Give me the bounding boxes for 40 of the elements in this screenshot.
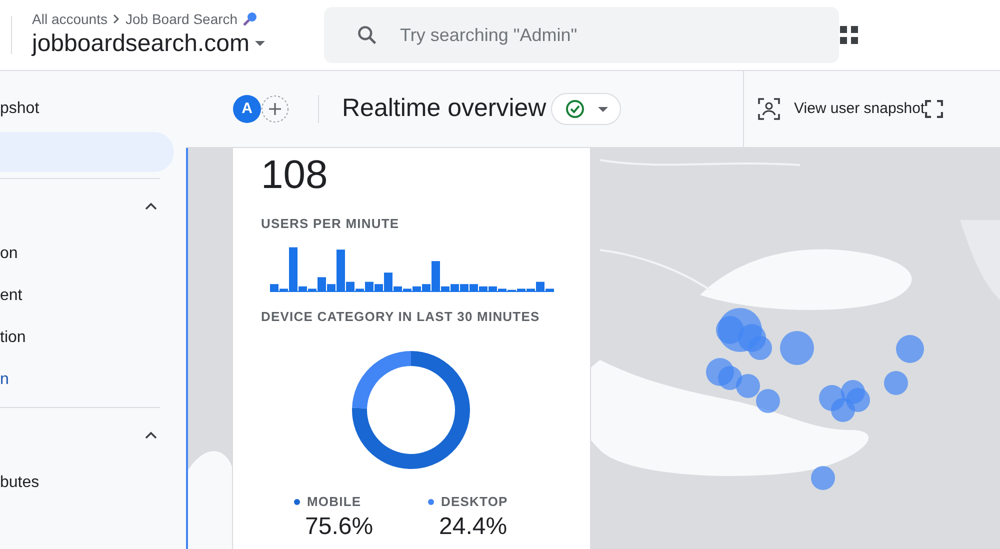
property-selector[interactable]: jobboardsearch.com xyxy=(32,28,312,60)
chevron-right-icon xyxy=(111,13,122,25)
person-frame-icon xyxy=(758,98,780,120)
nav-item[interactable]: tion xyxy=(0,326,26,350)
map-bubble xyxy=(884,371,908,395)
legend-label: MOBILE xyxy=(307,493,362,511)
caret-down-icon xyxy=(598,106,608,112)
apps-grid-icon[interactable] xyxy=(839,25,859,45)
map-bubble xyxy=(718,366,742,390)
search-field[interactable]: Try searching "Admin" xyxy=(324,7,839,63)
map-bubble xyxy=(736,374,760,398)
legend-value: 24.4% xyxy=(439,512,508,542)
legend-value: 75.6% xyxy=(305,512,374,542)
fullscreen-icon[interactable] xyxy=(924,100,943,118)
nav-link[interactable]: n xyxy=(0,368,9,392)
chevron-up-icon[interactable] xyxy=(144,430,158,440)
avatar[interactable]: A xyxy=(233,95,261,123)
map-bubble xyxy=(756,389,780,413)
legend-label: DESKTOP xyxy=(441,493,508,511)
section-label: DEVICE CATEGORY IN LAST 30 MINUTES xyxy=(261,308,541,326)
search-icon xyxy=(356,24,378,46)
magnifier-icon xyxy=(242,11,258,27)
nav-item[interactable]: butes xyxy=(0,471,40,495)
page-title: Realtime overview xyxy=(342,93,546,124)
nav-item[interactable]: pshot xyxy=(0,89,174,129)
status-dropdown[interactable] xyxy=(551,93,622,125)
map-bubble xyxy=(831,398,855,422)
map-bubble xyxy=(896,335,924,363)
section-label: USERS PER MINUTE xyxy=(261,215,400,233)
view-user-snapshot-button[interactable]: View user snapshot xyxy=(758,91,925,127)
breadcrumb-link[interactable]: Job Board Search xyxy=(125,10,238,28)
nav-item[interactable]: on xyxy=(0,242,18,266)
add-comparison-icon[interactable] xyxy=(261,95,289,123)
map-bubble xyxy=(780,331,814,365)
nav-item[interactable]: ent xyxy=(0,284,22,308)
caret-down-icon xyxy=(255,41,266,47)
breadcrumb-link[interactable]: All accounts xyxy=(32,10,108,28)
map-bubble xyxy=(811,466,835,490)
user-count: 108 xyxy=(261,153,329,197)
chevron-up-icon[interactable] xyxy=(144,202,158,210)
